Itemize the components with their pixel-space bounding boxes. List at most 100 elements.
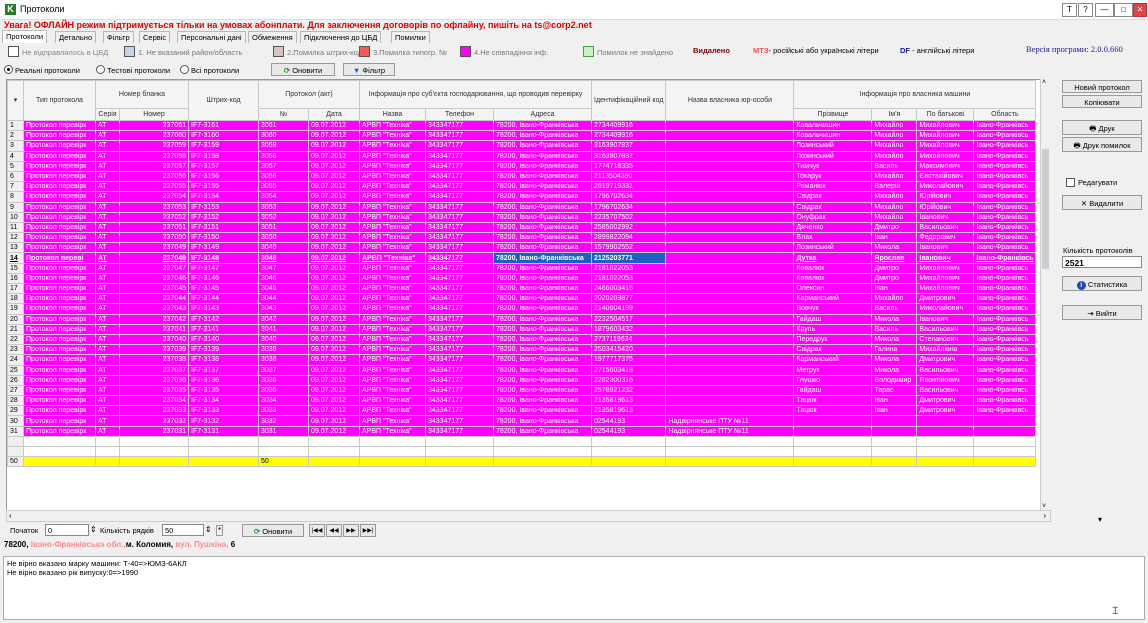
cell-entity-name[interactable]: АРВП "Техніка" <box>359 191 426 203</box>
cell-barcode[interactable]: IF7-3152 <box>188 211 259 223</box>
table-row[interactable]: 3 Протокол перевірк AT 237059 IF7-3159 3059 09… <box>7 140 1037 152</box>
cell-id-code[interactable]: 2125203771 <box>590 252 667 264</box>
cell-phone[interactable]: 343347177 <box>425 384 494 397</box>
cell-patronymic[interactable]: Михайлович <box>916 282 975 295</box>
cell-type[interactable]: Протокол перевірк <box>23 160 96 172</box>
cell-address[interactable]: 78200, Івано-Франківська <box>493 119 592 132</box>
cell-protocol-number[interactable]: 3054 <box>258 191 309 203</box>
cell-entity-name[interactable]: АРВП "Техніка" <box>359 252 426 264</box>
cell-phone[interactable]: 343347177 <box>425 395 494 407</box>
tab-details[interactable]: Детально <box>55 31 97 43</box>
help-button[interactable]: ? <box>1078 3 1093 17</box>
cell-protocol-number[interactable]: 3051 <box>258 221 309 234</box>
cell-patronymic[interactable]: Михайлович <box>916 272 975 285</box>
cell-owner-legal[interactable] <box>665 130 795 142</box>
cell-id-code[interactable]: 1977717375 <box>590 354 667 366</box>
cell-firstname[interactable]: Василь <box>871 323 918 335</box>
cell-series[interactable]: AT <box>95 405 120 417</box>
cell-type[interactable]: Протокол перевірк <box>23 303 96 315</box>
cell-protocol-number[interactable]: 3039 <box>258 344 309 356</box>
cell-patronymic[interactable]: Максимович <box>916 160 975 172</box>
cell-firstname[interactable]: Михайло <box>871 293 918 305</box>
cell-phone[interactable]: 343347177 <box>425 425 494 437</box>
cell-blank-number[interactable]: 237046 <box>119 272 189 285</box>
cell-id-code[interactable]: 2232504517 <box>590 313 667 325</box>
cell-id-code[interactable]: 2135819613 <box>590 395 667 407</box>
cell-barcode[interactable]: IF7-3157 <box>188 160 259 172</box>
cell-blank-number[interactable]: 237051 <box>119 221 189 234</box>
table-row[interactable]: 10 Протокол перевірк AT 237052 IF7-3152 3052 0… <box>7 211 1037 223</box>
cell-address[interactable]: 78200, Івано-Франківська <box>493 160 592 172</box>
table-row[interactable]: 6 Протокол перевірк AT 237056 IF7-3156 3056 09… <box>7 170 1037 183</box>
rows-spinner-icon[interactable]: ⇕ <box>205 525 212 534</box>
cell-date[interactable]: 09.07.2012 <box>308 130 360 142</box>
cell-surname[interactable] <box>793 415 873 427</box>
cell-id-code[interactable]: 1579902552 <box>590 242 667 254</box>
cell-surname[interactable]: Карманський <box>793 293 873 305</box>
cell-protocol-number[interactable]: 3049 <box>258 242 309 254</box>
cell-phone[interactable]: 343347177 <box>425 374 494 386</box>
cell-date[interactable]: 09.07.2012 <box>308 425 360 437</box>
cell-address[interactable]: 78200, Івано-Франківська <box>493 333 592 346</box>
cell-region[interactable]: Івано-Франківсь <box>973 262 1037 274</box>
cell-id-code[interactable]: 2619719331 <box>590 181 667 193</box>
cell-date[interactable]: 09.07.2012 <box>308 211 360 223</box>
table-row[interactable]: 1 Протокол перевірк AT 237061 IF7-3161 3061 09… <box>7 119 1037 132</box>
cell-patronymic[interactable]: Михайлович <box>916 262 975 274</box>
cell-region[interactable]: Івано-Франківсь <box>973 384 1037 397</box>
cell-patronymic[interactable]: Васильович <box>916 323 975 335</box>
cell-blank-number[interactable]: 237055 <box>119 181 189 193</box>
cell-firstname[interactable]: Іван <box>871 282 918 295</box>
cell-owner-legal[interactable] <box>665 262 795 274</box>
cell-owner-legal[interactable] <box>665 232 795 244</box>
cell-protocol-number[interactable]: 3037 <box>258 364 309 376</box>
cell-region[interactable]: Івано-Франківсь <box>973 364 1037 376</box>
cell-barcode[interactable]: IF7-3133 <box>188 405 259 417</box>
cell-phone[interactable]: 343347177 <box>425 354 494 366</box>
cell-series[interactable]: AT <box>95 181 120 193</box>
cell-type[interactable]: Протокол перевірк <box>23 262 96 274</box>
cell-firstname[interactable]: Тарас <box>871 384 918 397</box>
cell-firstname[interactable]: Микола <box>871 364 918 376</box>
cell-surname[interactable]: Влах <box>793 232 873 244</box>
cell-date[interactable]: 09.07.2012 <box>308 252 360 264</box>
cell-series[interactable]: AT <box>95 354 120 366</box>
cell-phone[interactable]: 343347177 <box>425 344 494 356</box>
scroll-down-icon[interactable]: ˅ <box>1042 503 1046 510</box>
cell-barcode[interactable]: IF7-3146 <box>188 272 259 285</box>
radio-all[interactable]: Всі протоколи <box>180 65 239 75</box>
cell-address[interactable]: 78200, Івано-Франківська <box>493 323 592 335</box>
cell-id-code[interactable]: 2466003415 <box>590 282 667 295</box>
cell-id-code[interactable]: 2899822094 <box>590 232 667 244</box>
cell-patronymic[interactable]: Дмитрович <box>916 293 975 305</box>
cell-protocol-number[interactable]: 3038 <box>258 354 309 366</box>
cell-phone[interactable]: 343347177 <box>425 232 494 244</box>
cell-id-code[interactable]: 2235707502 <box>590 211 667 223</box>
scroll-thumb[interactable] <box>1042 149 1049 269</box>
cell-address[interactable]: 78200, Івано-Франківська <box>493 130 592 142</box>
cell-patronymic[interactable]: Явонтійович <box>916 374 975 386</box>
cell-entity-name[interactable]: АРВП "Техніка" <box>359 405 426 417</box>
cell-address[interactable]: 78200, Івано-Франківська <box>493 293 592 305</box>
cell-address[interactable]: 78200, Івано-Франківська <box>493 150 592 162</box>
table-row[interactable]: 27 Протокол перевірк AT 237035 IF7-3135 3035 0… <box>7 384 1037 397</box>
cell-region[interactable]: Івано-Франківсь <box>973 150 1037 162</box>
cell-entity-name[interactable]: АРВП "Техніка" <box>359 170 426 183</box>
cell-series[interactable]: AT <box>95 262 120 274</box>
cell-owner-legal[interactable] <box>665 160 795 172</box>
cell-entity-name[interactable]: АРВП "Техніка" <box>359 232 426 244</box>
cell-date[interactable]: 09.07.2012 <box>308 160 360 172</box>
cell-address[interactable]: 78200, Івано-Франківська <box>493 303 592 315</box>
cell-phone[interactable]: 343347177 <box>425 221 494 234</box>
cell-phone[interactable]: 343347177 <box>425 211 494 223</box>
cell-patronymic[interactable]: Степанович <box>916 333 975 346</box>
cell-patronymic[interactable]: Михайлівна <box>916 344 975 356</box>
col-idcode[interactable]: Ідентифікаційний код <box>590 80 667 121</box>
cell-patronymic[interactable]: Дмитрович <box>916 354 975 366</box>
cell-region[interactable] <box>973 425 1037 437</box>
cell-type[interactable]: Протокол перевірк <box>23 374 96 386</box>
cell-blank-number[interactable]: 237033 <box>119 405 189 417</box>
cell-series[interactable]: AT <box>95 150 120 162</box>
cell-blank-number[interactable]: 237060 <box>119 130 189 142</box>
cell-surname[interactable]: Тацюк <box>793 395 873 407</box>
